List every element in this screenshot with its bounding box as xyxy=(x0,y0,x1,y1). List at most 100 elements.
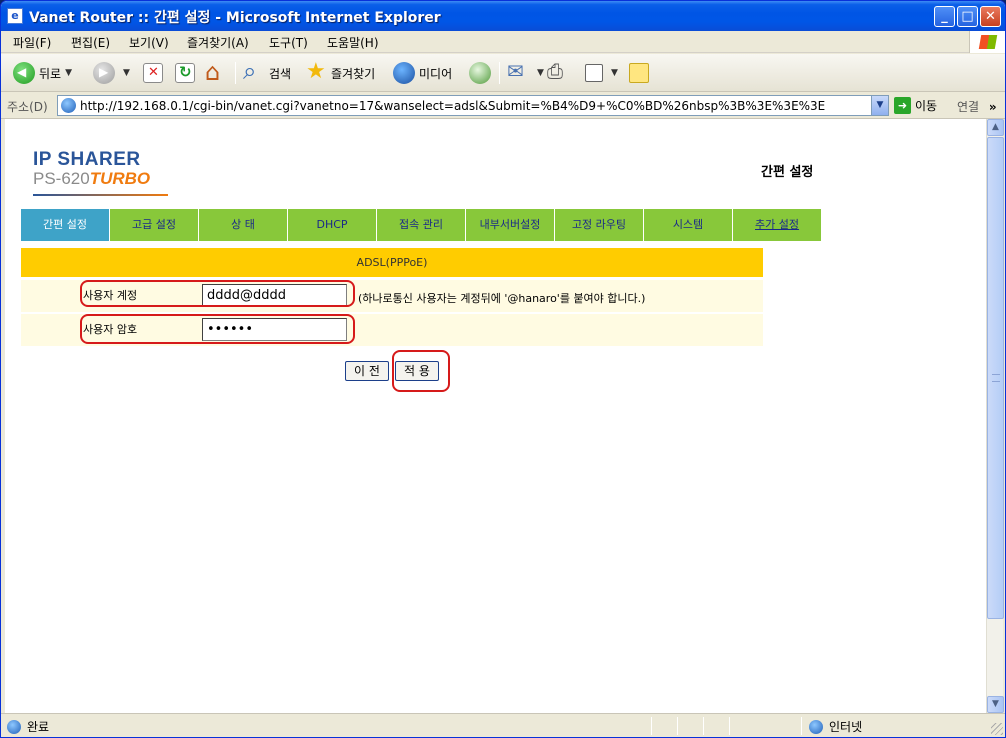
logo-model-text: PS-620 xyxy=(33,169,90,188)
nav-tab-advanced[interactable]: 고급 설정 xyxy=(110,209,199,241)
nav-tab-status[interactable]: 상 태 xyxy=(199,209,288,241)
address-url[interactable]: http://192.168.0.1/cgi-bin/vanet.cgi?van… xyxy=(80,99,860,113)
scroll-thumb[interactable] xyxy=(987,137,1004,619)
nav-tab-internal-server[interactable]: 내부서버설정 xyxy=(466,209,555,241)
scroll-grip-icon xyxy=(992,374,1000,382)
edit-document-icon xyxy=(585,64,603,82)
links-label: 연결 xyxy=(957,100,980,114)
page-done-icon xyxy=(7,719,21,734)
status-bar: 완료 인터넷 xyxy=(1,713,1005,737)
home-icon xyxy=(205,58,227,86)
forward-button[interactable]: ▼ xyxy=(93,60,130,86)
favorites-label: 즐겨찾기 xyxy=(331,66,376,81)
menu-help[interactable]: 도움말(H) xyxy=(327,34,379,51)
back-dropdown-icon[interactable]: ▼ xyxy=(65,68,72,78)
nav-tab-extra[interactable]: 추가 설정 xyxy=(733,209,822,241)
go-arrow-icon: ➜ xyxy=(894,97,911,114)
menu-view[interactable]: 보기(V) xyxy=(129,34,169,51)
user-account-input[interactable] xyxy=(202,284,347,307)
toolbar-separator xyxy=(235,62,236,84)
forward-dropdown-icon[interactable]: ▼ xyxy=(123,68,130,78)
print-icon xyxy=(547,59,569,84)
menu-tools[interactable]: 도구(T) xyxy=(269,34,308,51)
internet-zone[interactable]: 인터넷 xyxy=(809,718,862,735)
title-bar[interactable]: e Vanet Router :: 간편 설정 - Microsoft Inte… xyxy=(1,1,1005,31)
back-arrow-icon xyxy=(13,62,35,84)
edit-dropdown-icon[interactable]: ▼ xyxy=(611,68,618,78)
page-heading: 간편 설정 xyxy=(761,165,814,180)
router-logo: IP SHARER PS-620TURBO xyxy=(33,149,168,196)
search-button[interactable]: 검색 xyxy=(243,57,292,86)
nav-tab-static-routing[interactable]: 고정 라우팅 xyxy=(555,209,644,241)
user-password-input[interactable] xyxy=(202,318,347,341)
user-account-row: 사용자 계정 (하나로통신 사용자는 계정뒤에 '@hanaro'를 붙여야 합… xyxy=(21,280,763,312)
favorites-button[interactable]: 즐겨찾기 xyxy=(305,59,376,86)
user-password-label: 사용자 암호 xyxy=(83,323,138,336)
router-nav: 간편 설정 고급 설정 상 태 DHCP 접속 관리 내부서버설정 고정 라우팅… xyxy=(21,209,822,241)
apply-button[interactable]: 적 용 xyxy=(395,361,439,381)
stop-button[interactable] xyxy=(143,60,167,86)
user-account-label: 사용자 계정 xyxy=(83,289,138,302)
user-password-row: 사용자 암호 xyxy=(21,314,763,346)
address-bar: 주소(D) http://192.168.0.1/cgi-bin/vanet.c… xyxy=(1,93,1005,119)
nav-tab-system[interactable]: 시스템 xyxy=(644,209,733,241)
previous-button[interactable]: 이 전 xyxy=(345,361,389,381)
menu-edit[interactable]: 편집(E) xyxy=(71,34,110,51)
links-button[interactable]: 연결 » xyxy=(957,98,997,115)
refresh-button[interactable] xyxy=(175,60,199,86)
maximize-button[interactable]: □ xyxy=(957,6,978,27)
toolbar: 뒤로 ▼ ▼ 검색 즐겨찾기 미디어 xyxy=(1,54,1005,92)
vertical-scrollbar[interactable]: ▲ ▼ xyxy=(986,119,1004,713)
status-divider xyxy=(729,717,730,735)
notes-button[interactable] xyxy=(629,60,653,86)
address-label: 주소(D) xyxy=(7,100,48,114)
nav-tab-access[interactable]: 접속 관리 xyxy=(377,209,466,241)
search-label: 검색 xyxy=(269,66,292,81)
mail-dropdown-icon[interactable]: ▼ xyxy=(537,68,544,78)
edit-button[interactable]: ▼ xyxy=(585,60,618,86)
address-input[interactable]: http://192.168.0.1/cgi-bin/vanet.cgi?van… xyxy=(57,95,889,116)
mail-button[interactable]: ▼ xyxy=(507,59,544,86)
search-icon xyxy=(243,57,265,85)
refresh-icon xyxy=(175,63,195,83)
home-button[interactable] xyxy=(205,58,231,86)
user-account-note: (하나로통신 사용자는 계정뒤에 '@hanaro'를 붙여야 합니다.) xyxy=(358,292,646,305)
ie-page-icon: e xyxy=(7,8,23,24)
nav-tab-quick-setup[interactable]: 간편 설정 xyxy=(21,209,110,241)
status-divider xyxy=(677,717,678,735)
media-button[interactable]: 미디어 xyxy=(393,60,452,86)
history-button[interactable] xyxy=(469,60,495,86)
page-viewport: IP SHARER PS-620TURBO 간편 설정 간편 설정 고급 설정 … xyxy=(5,119,986,713)
logo-underline xyxy=(33,194,168,196)
favorites-star-icon xyxy=(305,59,327,84)
zone-text: 인터넷 xyxy=(829,720,863,734)
go-label: 이동 xyxy=(915,99,938,113)
scroll-up-icon[interactable]: ▲ xyxy=(987,119,1004,136)
logo-model: PS-620TURBO xyxy=(33,169,150,189)
toolbar-separator xyxy=(499,62,500,84)
go-button[interactable]: ➜ 이동 xyxy=(894,97,937,114)
status-text: 완료 xyxy=(27,720,50,734)
print-button[interactable] xyxy=(547,59,573,86)
internet-globe-icon xyxy=(809,719,823,734)
page-globe-icon xyxy=(61,98,76,113)
address-dropdown-icon[interactable]: ▼ xyxy=(871,96,888,115)
scroll-down-icon[interactable]: ▼ xyxy=(987,696,1004,713)
status-divider xyxy=(651,717,652,735)
stop-icon xyxy=(143,63,163,83)
resize-grip-icon[interactable] xyxy=(991,723,1003,735)
menu-favorites[interactable]: 즐겨찾기(A) xyxy=(187,34,249,51)
media-label: 미디어 xyxy=(419,66,453,81)
close-button[interactable]: ✕ xyxy=(980,6,1001,27)
back-button[interactable]: 뒤로 ▼ xyxy=(13,60,72,86)
status-divider xyxy=(801,717,802,735)
status-done: 완료 xyxy=(7,718,49,735)
status-divider xyxy=(703,717,704,735)
menu-file[interactable]: 파일(F) xyxy=(13,34,51,51)
nav-tab-dhcp[interactable]: DHCP xyxy=(288,209,377,241)
window-title: Vanet Router :: 간편 설정 - Microsoft Intern… xyxy=(29,10,441,26)
mail-icon xyxy=(507,59,529,84)
history-icon xyxy=(469,62,491,84)
minimize-button[interactable]: _ xyxy=(934,6,955,27)
sticky-note-icon xyxy=(629,63,649,83)
